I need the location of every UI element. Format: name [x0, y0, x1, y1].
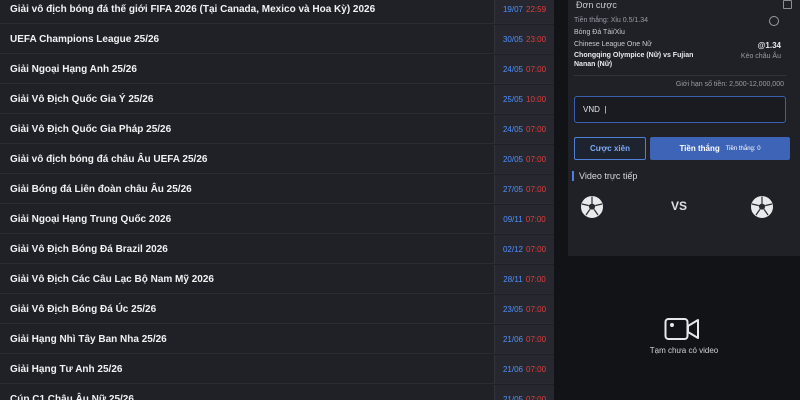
odds-type: Kèo châu Âu [740, 53, 781, 60]
league-kickoff: 20/05 07:00 [494, 145, 554, 173]
league-name[interactable]: Giải Hạng Nhì Tây Ban Nha 25/26 [0, 325, 494, 353]
no-video-text: Tạm chưa có video [649, 346, 719, 355]
league-row[interactable]: Giải Vô Địch Bóng Đá Brazil 2026 02/12 07:… [0, 235, 554, 264]
league-name[interactable]: Giải Vô Địch Quốc Gia Pháp 25/26 [0, 115, 494, 143]
live-video-header: Video trực tiếp [572, 171, 637, 181]
kickoff-time: 10:00 [526, 94, 547, 104]
league-row[interactable]: Giải vô địch bóng đá châu Âu UEFA 25/26 2… [0, 145, 554, 174]
league-kickoff: 21/06 07:00 [494, 325, 554, 353]
league-name[interactable]: Giải Hạng Tư Anh 25/26 [0, 355, 494, 383]
kickoff-date: 24/05 [502, 64, 523, 74]
league-kickoff: 25/05 10:00 [494, 85, 554, 113]
league-name[interactable]: Giải vô địch bóng đá thế giới FIFA 2026 … [0, 0, 494, 23]
league-row[interactable]: Giải Vô Địch Quốc Gia Pháp 25/26 24/05 07:… [0, 115, 554, 144]
league-name[interactable]: Giải Vô Địch Bóng Đá Brazil 2026 [0, 235, 494, 263]
league-name[interactable]: Giải Vô Địch Quốc Gia Ý 25/26 [0, 85, 494, 113]
kickoff-time: 07:00 [526, 244, 547, 254]
section-accent-bar [572, 171, 574, 181]
win-info-text: Tiền thắng: Xỉu 0.5/1.34 [574, 17, 649, 24]
league-name[interactable]: Giải Bóng đá Liên đoàn châu Âu 25/26 [0, 175, 494, 203]
kickoff-date: 19/07 [502, 4, 523, 14]
remove-bet-icon[interactable] [769, 16, 779, 26]
league-row[interactable]: Giải Hạng Nhì Tây Ban Nha 25/26 21/06 07:0… [0, 325, 554, 354]
slip-separator [574, 75, 786, 76]
stake-limit-text: Giới hạn số tiền: 2,500-12,000,000 [675, 81, 784, 88]
kickoff-date: 30/05 [502, 34, 523, 44]
kickoff-time: 07:00 [526, 394, 547, 400]
kickoff-date: 21/06 [502, 364, 523, 374]
kickoff-time: 23:00 [526, 34, 547, 44]
kickoff-time: 07:00 [526, 334, 547, 344]
kickoff-time: 07:00 [526, 364, 547, 374]
league-kickoff: 24/05 07:00 [494, 115, 554, 143]
league-kickoff: 27/05 07:00 [494, 175, 554, 203]
bet-league-name: Chinese League One Nữ [574, 41, 652, 48]
league-name[interactable]: Cúp C1 Châu Âu Nữ 25/26 [0, 385, 494, 400]
kickoff-date: 27/05 [502, 184, 523, 194]
bet-slip-panel: Đơn cược Tiền thắng: Xỉu 0.5/1.34 Bóng Đ… [568, 0, 800, 400]
kickoff-time: 22:59 [526, 4, 547, 14]
league-row[interactable]: Giải vô địch bóng đá thế giới FIFA 2026 … [0, 0, 554, 24]
home-team-ball-icon [581, 196, 603, 218]
scroll-divider [554, 0, 568, 400]
kickoff-date: 23/05 [502, 304, 523, 314]
bet-slip-title: Đơn cược [576, 0, 617, 10]
trash-icon[interactable] [783, 0, 792, 9]
bet-match-name: Chongqing Olympice (Nữ) vs Fujian Nanan … [574, 52, 694, 68]
kickoff-time: 07:00 [526, 154, 547, 164]
league-name[interactable]: Giải Ngoại Hạng Anh 25/26 [0, 55, 494, 83]
place-bet-button[interactable]: Tiền thắng Tiền thắng: 0 [650, 137, 790, 160]
bet-type-text: Bóng Đá Tài/Xỉu [574, 29, 625, 36]
league-row[interactable]: Cúp C1 Châu Âu Nữ 25/26 21/05 07:00 [0, 385, 554, 400]
live-video-title: Video trực tiếp [579, 171, 638, 181]
kickoff-time: 07:00 [526, 184, 547, 194]
league-row[interactable]: Giải Ngoại Hạng Anh 25/26 24/05 07:00 [0, 55, 554, 84]
league-kickoff: 28/11 07:00 [494, 265, 554, 293]
league-name[interactable]: Giải vô địch bóng đá châu Âu UEFA 25/26 [0, 145, 494, 173]
league-row[interactable]: Giải Bóng đá Liên đoàn châu Âu 25/26 27/0… [0, 175, 554, 204]
kickoff-date: 09/11 [503, 214, 523, 224]
kickoff-date: 25/05 [502, 94, 523, 104]
league-name[interactable]: Giải Vô Địch Bóng Đá Úc 25/26 [0, 295, 494, 323]
kickoff-time: 07:00 [525, 274, 546, 284]
kickoff-date: 02/12 [502, 244, 523, 254]
league-row[interactable]: Giải Hạng Tư Anh 25/26 21/06 07:00 [0, 355, 554, 384]
stake-input-box[interactable] [574, 96, 786, 123]
kickoff-time: 07:00 [526, 64, 547, 74]
place-bet-amount: Tiền thắng: 0 [725, 145, 761, 152]
versus-text: VS [671, 199, 688, 213]
league-kickoff: 02/12 07:00 [494, 235, 554, 263]
kickoff-date: 28/11 [503, 274, 523, 284]
kickoff-time: 07:00 [525, 214, 546, 224]
league-list: Giải vô địch bóng đá thế giới FIFA 2026 … [0, 0, 554, 400]
stake-input[interactable] [583, 105, 778, 114]
league-name[interactable]: Giải Ngoại Hạng Trung Quốc 2026 [0, 205, 494, 233]
league-kickoff: 24/05 07:00 [494, 55, 554, 83]
league-row[interactable]: Giải Vô Địch Các Câu Lạc Bộ Nam Mỹ 2026 2… [0, 265, 554, 294]
league-kickoff: 21/06 07:00 [494, 355, 554, 383]
video-camera-icon [664, 318, 699, 340]
league-row[interactable]: Giải Vô Địch Bóng Đá Úc 25/26 23/05 07:00 [0, 295, 554, 324]
league-kickoff: 21/05 07:00 [494, 385, 554, 400]
league-kickoff: 09/11 07:00 [494, 205, 554, 233]
league-kickoff: 30/05 23:00 [494, 25, 554, 53]
league-name[interactable]: Giải Vô Địch Các Câu Lạc Bộ Nam Mỹ 2026 [0, 265, 494, 293]
away-team-ball-icon [751, 196, 773, 218]
bet-odds: @1.34 [757, 41, 781, 50]
kickoff-time: 07:00 [526, 124, 547, 134]
league-name[interactable]: UEFA Champions League 25/26 [0, 25, 494, 53]
place-bet-label: Tiền thắng [679, 144, 720, 153]
kickoff-date: 24/05 [502, 124, 523, 134]
kickoff-time: 07:00 [526, 304, 547, 314]
parlay-button[interactable]: Cược xiên [574, 137, 646, 160]
league-kickoff: 23/05 07:00 [494, 295, 554, 323]
kickoff-date: 21/06 [502, 334, 523, 344]
league-row[interactable]: Giải Ngoại Hạng Trung Quốc 2026 09/11 07:0… [0, 205, 554, 234]
league-kickoff: 19/07 22:59 [494, 0, 554, 23]
kickoff-date: 20/05 [502, 154, 523, 164]
league-row[interactable]: UEFA Champions League 25/26 30/05 23:00 [0, 25, 554, 54]
kickoff-date: 21/05 [502, 394, 523, 400]
league-row[interactable]: Giải Vô Địch Quốc Gia Ý 25/26 25/05 10:00 [0, 85, 554, 114]
